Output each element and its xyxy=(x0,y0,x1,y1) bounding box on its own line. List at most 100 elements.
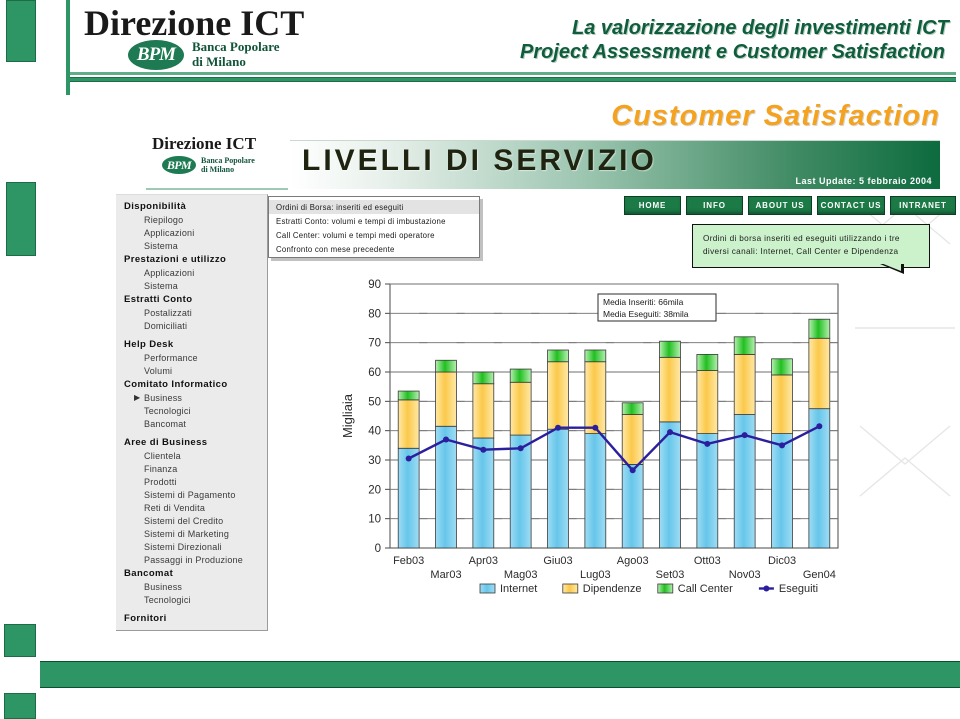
chart-legend: Internet Dipendenze Call Center Eseguiti xyxy=(479,583,818,595)
sidebar-item-riepilogo[interactable]: Riepilogo xyxy=(122,213,267,226)
chart-y-tick-label: 80 xyxy=(368,308,381,320)
content-logo-mark: BPM xyxy=(162,156,196,175)
sidebar-item-applicazioni[interactable]: Applicazioni xyxy=(122,266,267,279)
sidebar-group-aree-di-business[interactable]: Aree di Business xyxy=(122,435,267,449)
sidebar-item-reti-di-vendita[interactable]: Reti di Vendita xyxy=(122,501,267,514)
sidebar-label: Passaggi in Produzione xyxy=(144,554,243,565)
chart-y-tick-label: 50 xyxy=(368,396,381,408)
nav-button-intranet[interactable]: INTRANET xyxy=(890,196,956,215)
chart-annotation: Media Inseriti: 66mila Media Eseguiti: 38… xyxy=(597,293,717,322)
banner-rule-dark xyxy=(70,77,956,82)
chart-x-tick-label: Dic03 xyxy=(768,555,796,567)
sidebar-item-sistemi-di-marketing[interactable]: Sistemi di Marketing xyxy=(122,527,267,540)
sidebar-label: Business xyxy=(144,581,183,592)
banner-rule-light xyxy=(70,72,956,75)
footer-accent-block-bottom xyxy=(4,693,36,719)
bar-segment-call-center xyxy=(547,349,569,363)
sidebar-group-disponibilit[interactable]: Disponibilità xyxy=(122,199,267,213)
nav-button-about-us[interactable]: ABOUT US xyxy=(748,196,812,215)
sidebar-item-sistema[interactable]: Sistema xyxy=(122,279,267,292)
bar-segment-dipendenze xyxy=(509,381,532,436)
sidebar-group-estratti-conto[interactable]: Estratti Conto xyxy=(122,292,267,306)
report-option-ordini-di-borsa-inseriti-ed-esegui[interactable]: Ordini di Borsa: inseriti ed eseguiti xyxy=(269,200,479,214)
sidebar-item-clientela[interactable]: Clientela xyxy=(122,449,267,462)
sidebar-label: Prodotti xyxy=(144,476,177,487)
sidebar-label: Disponibilità xyxy=(124,200,187,212)
legend-swatch xyxy=(479,583,496,594)
report-option-estratti-conto-volumi-e-tempi-di-i[interactable]: Estratti Conto: volumi e tempi di imbust… xyxy=(269,214,479,228)
bar-segment-internet xyxy=(397,447,420,549)
sidebar-item-finanza[interactable]: Finanza xyxy=(122,462,267,475)
footer-accent-block-top xyxy=(4,624,36,657)
legend-label: Eseguiti xyxy=(779,583,818,595)
report-selector-box[interactable]: Ordini di Borsa: inseriti ed eseguiti Est… xyxy=(268,196,480,258)
chart-x-tick-label: Mar03 xyxy=(430,569,461,581)
nav-button-info[interactable]: INFO xyxy=(686,196,743,215)
sidebar-label: Postalizzati xyxy=(144,307,192,318)
sidebar-label: Bancomat xyxy=(144,418,187,429)
sidebar-group-prestazioni-e-utilizzo[interactable]: Prestazioni e utilizzo xyxy=(122,252,267,266)
legend-swatch xyxy=(657,583,674,594)
sidebar-label: Tecnologici xyxy=(144,405,191,416)
bar-segment-call-center xyxy=(397,390,420,401)
sidebar-label: Sistema xyxy=(144,240,178,251)
sidebar-item-sistemi-del-credito[interactable]: Sistemi del Credito xyxy=(122,514,267,527)
sidebar-label: Comitato Informatico xyxy=(124,378,228,390)
sidebar-label: Applicazioni xyxy=(144,227,195,238)
bpm-logo: BPM Banca Popolare di Milano xyxy=(128,40,280,70)
bar-segment-internet xyxy=(509,434,532,549)
top-banner: Direzione ICT BPM Banca Popolare di Mila… xyxy=(0,0,960,96)
sidebar-item-sistemi-direzionali[interactable]: Sistemi Direzionali xyxy=(122,540,267,553)
chart-x-tick-label: Gen04 xyxy=(803,569,836,581)
sidebar-label: Clientela xyxy=(144,450,181,461)
sidebar-label: Finanza xyxy=(144,463,178,474)
sidebar-item-prodotti[interactable]: Prodotti xyxy=(122,475,267,488)
sidebar-item-bancomat[interactable]: Bancomat xyxy=(122,417,267,430)
chart-y-axis-title: Migliaia xyxy=(340,393,355,438)
bar-segment-call-center xyxy=(584,349,607,363)
brand-title: Direzione ICT xyxy=(84,3,305,43)
sidebar-label: Riepilogo xyxy=(144,214,184,225)
sidebar-item-business[interactable]: ▶ Business xyxy=(122,391,267,404)
chart-x-tick-label: Ago03 xyxy=(617,555,649,567)
sidebar-item-domiciliati[interactable]: Domiciliati xyxy=(122,319,267,332)
chart-svg: 0 10 20 30 40 50 60 70 80 90 Migliaia Media Inserit… xyxy=(340,279,839,595)
orders-stacked-bar-chart: 0 10 20 30 40 50 60 70 80 90 Migliaia Media Inserit… xyxy=(330,276,850,596)
sidebar-navigation[interactable]: Disponibilità Riepilogo Applicazioni Sistem… xyxy=(116,194,268,631)
report-option-call-center-volumi-e-tempi-medi-op[interactable]: Call Center: volumi e tempi medi operato… xyxy=(269,228,479,242)
sidebar-label: Sistemi del Credito xyxy=(144,515,224,526)
nav-button-contact-us[interactable]: CONTACT US xyxy=(817,196,885,215)
bar-segment-dipendenze xyxy=(771,374,793,435)
sidebar-item-applicazioni[interactable]: Applicazioni xyxy=(122,226,267,239)
bar-segment-call-center xyxy=(621,402,644,415)
sidebar-item-business[interactable]: Business xyxy=(122,580,267,593)
sidebar-group-fornitori[interactable]: Fornitori xyxy=(122,611,267,625)
sidebar-item-volumi[interactable]: Volumi xyxy=(122,364,267,377)
nav-button-home[interactable]: HOME xyxy=(624,196,681,215)
sidebar-item-performance[interactable]: Performance xyxy=(122,351,267,364)
sidebar-item-postalizzati[interactable]: Postalizzati xyxy=(122,306,267,319)
sidebar-group-bancomat[interactable]: Bancomat xyxy=(122,566,267,580)
report-option-confronto-con-mese-precedente[interactable]: Confronto con mese precedente xyxy=(269,242,479,256)
content-logo-title: Direzione ICT xyxy=(152,134,257,153)
sidebar-label: Reti di Vendita xyxy=(144,502,206,513)
sidebar-item-passaggi-in-produzione[interactable]: Passaggi in Produzione xyxy=(122,553,267,566)
sidebar-label: Domiciliati xyxy=(144,320,188,331)
bar-segment-call-center xyxy=(472,371,495,385)
sidebar-label: Help Desk xyxy=(124,338,174,350)
sidebar-item-tecnologici[interactable]: Tecnologici xyxy=(122,593,267,606)
chevron-right-icon: ▶ xyxy=(134,393,141,402)
bar-segment-call-center xyxy=(509,368,532,383)
bar-segment-internet xyxy=(584,433,607,549)
sidebar-item-tecnologici[interactable]: Tecnologici xyxy=(122,404,267,417)
sidebar-group-help-desk[interactable]: Help Desk xyxy=(122,337,267,351)
content-logo-subtext-line2: di Milano xyxy=(201,165,235,175)
sidebar-item-sistemi-di-pagamento[interactable]: Sistemi di Pagamento xyxy=(122,488,267,501)
sidebar-item-sistema[interactable]: Sistema xyxy=(122,239,267,252)
banner-accent-block xyxy=(6,0,36,62)
sidebar-group-comitato-informatico[interactable]: Comitato Informatico xyxy=(122,377,267,391)
bar-segment-dipendenze xyxy=(659,356,681,423)
bar-segment-internet xyxy=(696,433,719,549)
bar-segment-dipendenze xyxy=(696,370,719,434)
bpm-logo-mark: BPM xyxy=(128,40,184,70)
